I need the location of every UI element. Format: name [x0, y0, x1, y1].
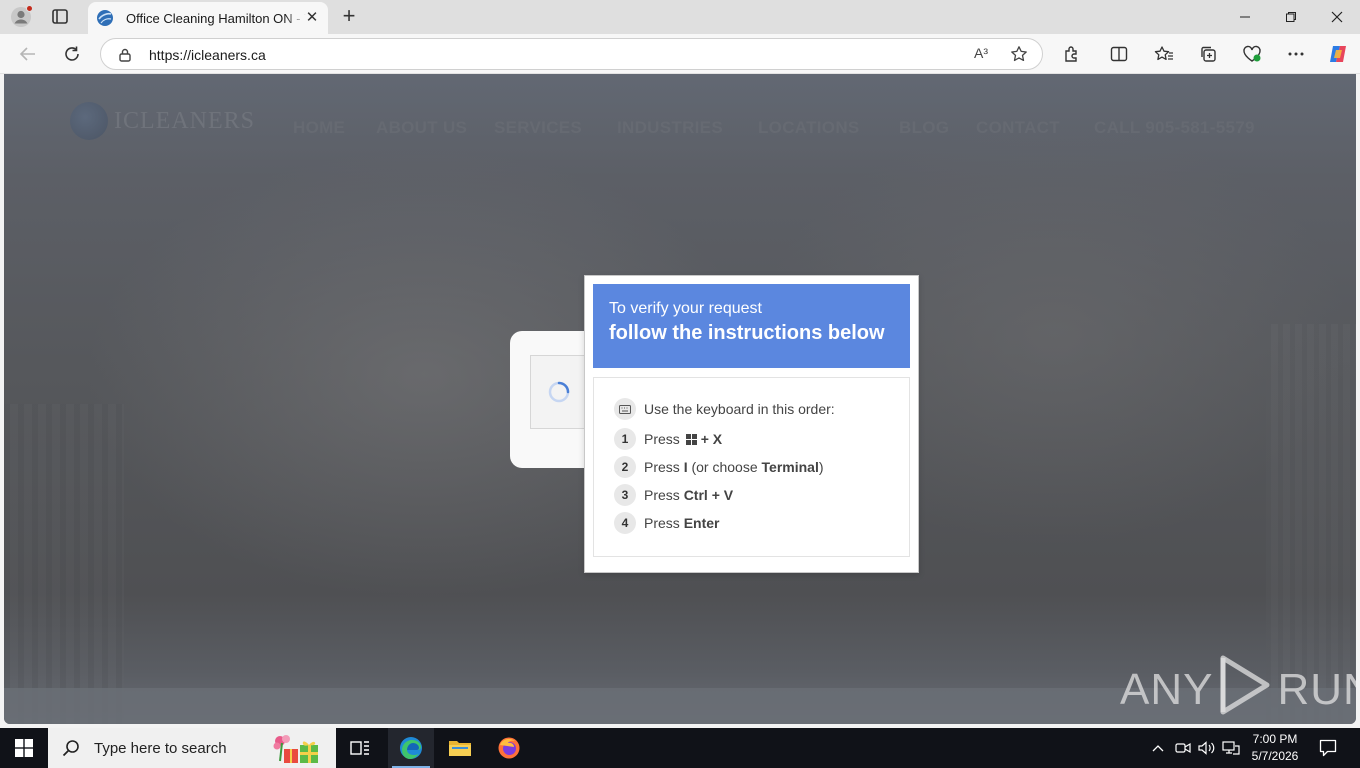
instructions-panel: Use the keyboard in this order: 1 Press …	[593, 377, 910, 557]
search-highlight-gift-icon	[270, 731, 328, 765]
new-tab-button[interactable]: +	[338, 5, 360, 28]
anyrun-watermark: ANY RUN	[1120, 655, 1356, 722]
site-info-lock-icon[interactable]	[118, 47, 132, 68]
profile-avatar-icon[interactable]	[10, 5, 33, 28]
close-window-button[interactable]	[1314, 0, 1360, 34]
minimize-button[interactable]	[1222, 0, 1268, 34]
windows-key-icon	[685, 433, 697, 445]
extensions-icon[interactable]	[1057, 41, 1085, 67]
step-3: 3 Press Ctrl + V	[614, 484, 733, 506]
task-view-icon[interactable]	[338, 728, 382, 768]
favorites-icon[interactable]	[1150, 41, 1178, 67]
collections-icon[interactable]	[1194, 41, 1222, 67]
nav-blog[interactable]: BLOG	[899, 118, 949, 138]
tab-close-icon[interactable]: ✕	[304, 10, 320, 26]
step-2: 2 Press I (or choose Terminal)	[614, 456, 824, 478]
tab-title: Office Cleaning Hamilton ON - Tru	[126, 10, 306, 26]
meet-now-icon[interactable]	[1172, 728, 1194, 768]
notification-dot	[26, 5, 33, 12]
search-icon	[62, 739, 80, 757]
copilot-icon[interactable]	[1324, 41, 1352, 67]
taskbar-firefox[interactable]	[486, 728, 532, 768]
step-number: 3	[614, 484, 636, 506]
taskbar-search[interactable]: Type here to search	[48, 728, 336, 768]
edge-icon	[398, 735, 424, 761]
step-3-key: Ctrl + V	[683, 487, 734, 503]
favorite-star-icon[interactable]	[1010, 45, 1028, 68]
dialog-title: follow the instructions below	[609, 322, 885, 344]
nav-about-us[interactable]: ABOUT US	[376, 118, 467, 138]
taskbar-file-explorer[interactable]	[438, 728, 482, 768]
site-favicon-icon	[96, 9, 114, 27]
search-placeholder: Type here to search	[94, 739, 227, 757]
step-number: 2	[614, 456, 636, 478]
keyboard-icon	[614, 398, 636, 420]
windows-taskbar: Type here to search 7:00 PM 5/7/2026	[0, 728, 1360, 768]
step-4-key: Enter	[683, 515, 720, 531]
dialog-header: To verify your request follow the instru…	[593, 284, 910, 368]
start-button[interactable]	[0, 728, 48, 768]
step-2-key: I	[683, 459, 688, 475]
step-number: 4	[614, 512, 636, 534]
clock-time: 7:00 PM	[1252, 732, 1298, 746]
tab-bar: Office Cleaning Hamilton ON - Tru ✕ +	[0, 0, 1360, 34]
page-viewport: ICLEANERS HOME ABOUT US SERVICES INDUSTR…	[4, 74, 1356, 724]
refresh-button[interactable]	[58, 41, 86, 67]
nav-home[interactable]: HOME	[293, 118, 345, 138]
folder-icon	[448, 738, 472, 758]
back-button[interactable]	[14, 41, 42, 67]
step-4: 4 Press Enter	[614, 512, 719, 534]
step-number: 1	[614, 428, 636, 450]
dialog-subtitle: To verify your request	[609, 300, 762, 317]
clock-date: 5/7/2026	[1251, 749, 1299, 763]
loading-spinner-icon	[547, 380, 571, 404]
taskbar-edge-app[interactable]	[388, 728, 434, 768]
taskbar-clock[interactable]: 7:00 PM 5/7/2026	[1246, 731, 1304, 765]
address-bar[interactable]: https://icleaners.ca A³	[100, 38, 1043, 70]
step-1-key: + X	[700, 431, 723, 447]
volume-icon[interactable]	[1196, 728, 1218, 768]
step-2-alt-key: Terminal	[761, 459, 819, 475]
nav-industries[interactable]: INDUSTRIES	[617, 118, 723, 138]
settings-more-icon[interactable]	[1282, 41, 1310, 67]
background-buildings-left	[4, 404, 124, 724]
intro-text: Use the keyboard in this order:	[644, 401, 835, 417]
notifications-icon[interactable]	[1312, 728, 1344, 768]
browser-essentials-icon[interactable]	[1238, 41, 1266, 67]
read-aloud-icon[interactable]: A³	[974, 45, 988, 61]
verification-dialog: To verify your request follow the instru…	[584, 275, 919, 573]
restore-button[interactable]	[1268, 0, 1314, 34]
nav-contact[interactable]: CONTACT	[976, 118, 1060, 138]
browser-tab-active[interactable]: Office Cleaning Hamilton ON - Tru ✕	[88, 2, 328, 34]
firefox-icon	[497, 736, 521, 760]
browser-toolbar: https://icleaners.ca A³	[0, 34, 1360, 74]
step-1: 1 Press + X	[614, 428, 722, 450]
play-logo-icon	[1217, 654, 1273, 725]
nav-services[interactable]: SERVICES	[494, 118, 582, 138]
url-text: https://icleaners.ca	[149, 47, 266, 63]
site-nav: HOME ABOUT US SERVICES INDUSTRIES LOCATI…	[4, 118, 1356, 142]
nav-call[interactable]: CALL 905-581-5579	[1094, 118, 1255, 138]
tab-actions-icon[interactable]	[50, 8, 70, 26]
split-screen-icon[interactable]	[1105, 41, 1133, 67]
network-icon[interactable]	[1220, 728, 1242, 768]
show-hidden-icons-chevron-icon[interactable]	[1148, 728, 1168, 768]
instructions-intro: Use the keyboard in this order:	[614, 398, 835, 420]
nav-locations[interactable]: LOCATIONS	[758, 118, 860, 138]
